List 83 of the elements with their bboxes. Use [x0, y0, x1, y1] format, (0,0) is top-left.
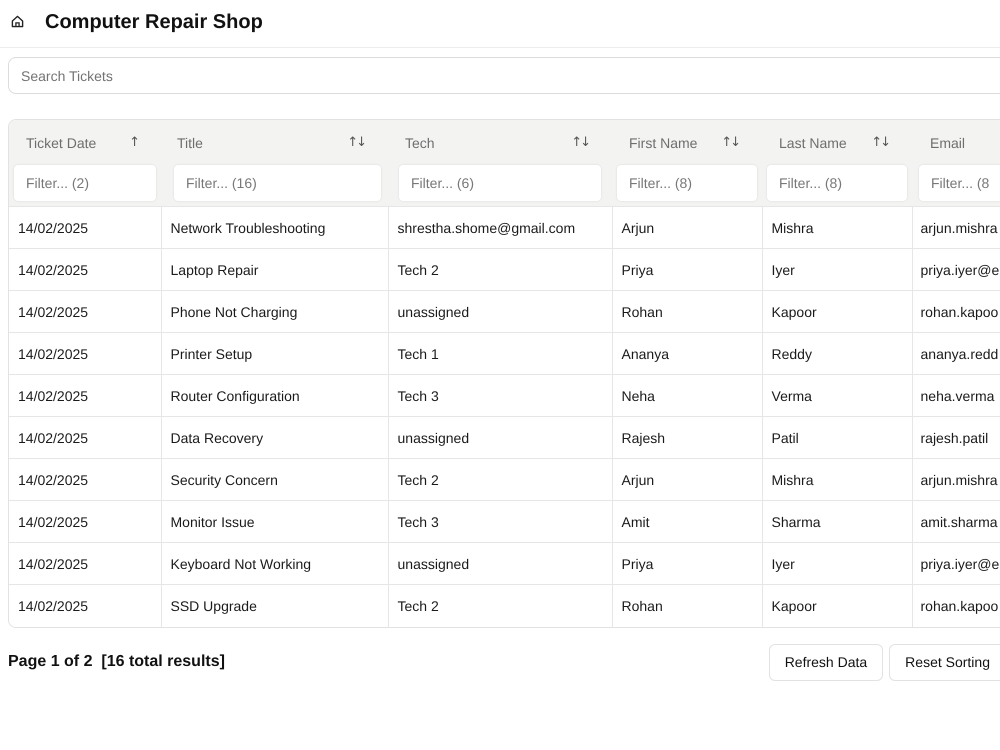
table-cell: Tech 2: [388, 458, 612, 500]
table-cell: rajesh.patil: [912, 416, 1000, 458]
table-cell: 14/02/2025: [9, 206, 161, 248]
table-cell: Iyer: [762, 248, 912, 290]
table-cell: unassigned: [388, 290, 612, 332]
table-cell: Laptop Repair: [161, 248, 388, 290]
table-cell: Keyboard Not Working: [161, 542, 388, 584]
table-cell: Priya: [612, 542, 762, 584]
table-cell: Monitor Issue: [161, 500, 388, 542]
table-cell: rohan.kapoo: [912, 290, 1000, 332]
table-cell: unassigned: [388, 542, 612, 584]
table-cell: Printer Setup: [161, 332, 388, 374]
filter-field[interactable]: Filter... (8: [919, 165, 1000, 201]
table-cell: ananya.redd: [912, 332, 1000, 374]
table-cell: Data Recovery: [161, 416, 388, 458]
table-cell: Kapoor: [762, 584, 912, 626]
sort-indicator[interactable]: ↑: [129, 135, 138, 150]
column-header[interactable]: Email: [930, 134, 966, 150]
table-cell: 14/02/2025: [9, 416, 161, 458]
table-cell: Neha: [612, 374, 762, 416]
table-cell: 14/02/2025: [9, 248, 161, 290]
table-cell: Reddy: [762, 332, 912, 374]
pagination-summary: Page 1 of 2 [16 total results]: [8, 653, 225, 671]
table-cell: Arjun: [612, 206, 762, 248]
table-cell: SSD Upgrade: [161, 584, 388, 626]
table-cell: Tech 3: [388, 500, 612, 542]
table-cell: Rohan: [612, 584, 762, 626]
table-cell: unassigned: [388, 416, 612, 458]
table-cell: Ananya: [612, 332, 762, 374]
column-header[interactable]: Last Name: [779, 134, 847, 150]
table-cell: arjun.mishra: [912, 206, 1000, 248]
table-cell: Network Troubleshooting: [161, 206, 388, 248]
table-cell: Phone Not Charging: [161, 290, 388, 332]
search-field[interactable]: Search Tickets: [8, 57, 1000, 94]
table-cell: Arjun: [612, 458, 762, 500]
table-cell: arjun.mishra: [912, 458, 1000, 500]
table-cell: Amit: [612, 500, 762, 542]
table-cell: priya.iyer@e: [912, 542, 1000, 584]
action-button[interactable]: Reset Sorting: [889, 644, 1000, 680]
table-cell: Mishra: [762, 206, 912, 248]
table-cell: Sharma: [762, 500, 912, 542]
page-title: Computer Repair Shop: [45, 10, 263, 34]
table-cell: priya.iyer@e: [912, 248, 1000, 290]
table-cell: Tech 2: [388, 584, 612, 626]
filter-field[interactable]: Filter... (6): [399, 165, 601, 201]
table-cell: Tech 3: [388, 374, 612, 416]
column-header[interactable]: Title: [177, 134, 203, 150]
table-cell: Priya: [612, 248, 762, 290]
sort-indicator[interactable]: ↑↓: [571, 135, 589, 150]
column-header[interactable]: Tech: [405, 134, 435, 150]
filter-field[interactable]: Filter... (2): [14, 165, 156, 201]
column-header[interactable]: Ticket Date: [26, 134, 96, 150]
filter-field[interactable]: Filter... (8): [767, 165, 907, 201]
table-cell: Mishra: [762, 458, 912, 500]
column-header[interactable]: First Name: [629, 134, 698, 150]
table-cell: Kapoor: [762, 290, 912, 332]
table-cell: Rohan: [612, 290, 762, 332]
table-cell: Tech 1: [388, 332, 612, 374]
table-cell: 14/02/2025: [9, 500, 161, 542]
table-cell: neha.verma: [912, 374, 1000, 416]
filter-field[interactable]: Filter... (16): [174, 165, 381, 201]
table-cell: 14/02/2025: [9, 332, 161, 374]
table-cell: 14/02/2025: [9, 584, 161, 626]
sort-indicator[interactable]: ↑↓: [721, 135, 739, 150]
table-cell: Patil: [762, 416, 912, 458]
table-cell: 14/02/2025: [9, 458, 161, 500]
table-cell: Iyer: [762, 542, 912, 584]
sort-indicator[interactable]: ↑↓: [871, 135, 889, 150]
table-cell: 14/02/2025: [9, 542, 161, 584]
table-cell: 14/02/2025: [9, 374, 161, 416]
table-cell: Rajesh: [612, 416, 762, 458]
home-icon[interactable]: [11, 15, 24, 28]
table-cell: amit.sharma: [912, 500, 1000, 542]
table-cell: 14/02/2025: [9, 290, 161, 332]
table-cell: Router Configuration: [161, 374, 388, 416]
table-cell: Security Concern: [161, 458, 388, 500]
sort-indicator[interactable]: ↑↓: [347, 135, 365, 150]
action-button[interactable]: Refresh Data: [768, 644, 884, 680]
table-cell: shrestha.shome@gmail.com: [388, 206, 612, 248]
table-cell: Tech 2: [388, 248, 612, 290]
filter-field[interactable]: Filter... (8): [617, 165, 757, 201]
table-cell: rohan.kapoo: [912, 584, 1000, 626]
table-cell: Verma: [762, 374, 912, 416]
